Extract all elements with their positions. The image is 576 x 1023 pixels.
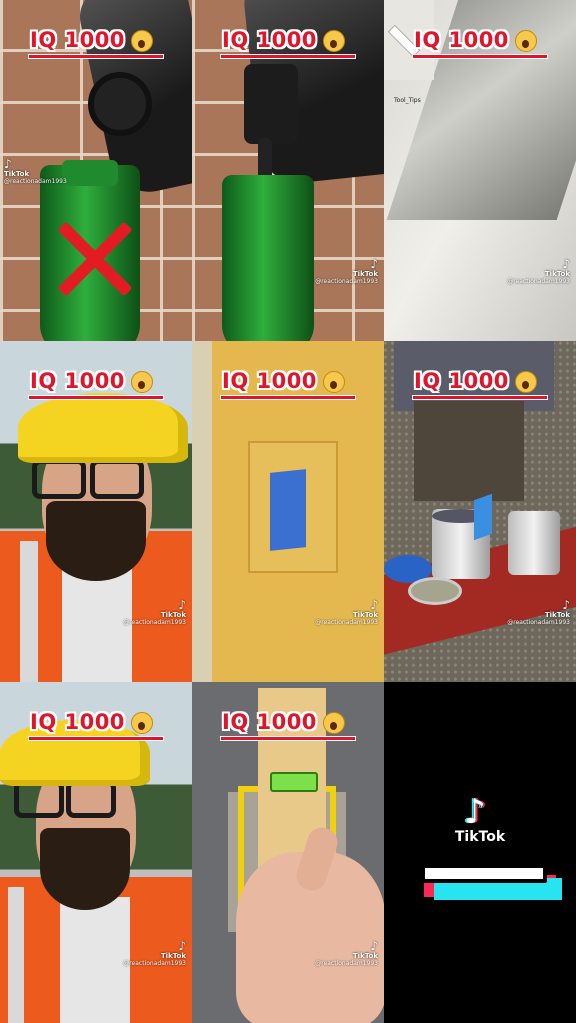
green-bottle: [222, 175, 314, 341]
scream-emoji-icon: [514, 30, 537, 52]
panel-level-in-wall: IQ 1000 ♪ TikTok @reactionadam1993: [192, 682, 384, 1023]
tiktok-watermark: ♪ TikTok @reactionadam1993: [123, 598, 186, 626]
panel-hardhat-man: IQ 1000 ♪ TikTok @reactionadam1993: [0, 341, 192, 682]
tiktok-logo-icon: ♪: [178, 939, 186, 953]
tiktok-watermark: ♪ TikTok @reactionadam1993: [507, 257, 570, 285]
glasses: [32, 459, 86, 499]
scream-emoji-icon: [322, 30, 345, 52]
jug-spout: [88, 72, 152, 136]
tiktok-logo-icon: ♪: [562, 257, 570, 271]
hardhat: [18, 393, 188, 463]
blue-patch: [270, 469, 306, 551]
tiktok-logo-icon: ♪: [562, 598, 570, 612]
x-mark-icon: [55, 220, 133, 298]
tiktok-bar-graphic: [421, 864, 547, 883]
tiktok-watermark: ♪ TikTok @reactionadam1993: [315, 598, 378, 626]
blue-tape: [474, 493, 492, 541]
scream-emoji-icon: [130, 30, 153, 52]
panel-tiktok-endcard: ♪ TikTok: [384, 682, 576, 1023]
panel-wall-corner: Tool_Tips IQ 1000 ♪ TikTok @reactionadam…: [384, 0, 576, 341]
beard: [40, 828, 130, 910]
panel-oil-pouring: IQ 1000 ♪ TikTok @reactionadam1993: [192, 0, 384, 341]
tiktok-watermark: ♪ TikTok @reactionadam1993: [315, 939, 378, 967]
scream-emoji-icon: [514, 371, 537, 393]
panel-yellow-wall: IQ 1000 ♪ TikTok @reactionadam1993: [192, 341, 384, 682]
paint-can: [508, 511, 560, 575]
panel-paint-cans: IQ 1000 ♪ TikTok @reactionadam1993: [384, 341, 576, 682]
tiktok-brand-name: TikTok: [454, 829, 506, 845]
tiktok-logo-icon: ♪: [370, 257, 378, 271]
tiktok-watermark: ♪ TikTok @reactionadam1993: [507, 598, 570, 626]
scream-emoji-icon: [130, 712, 153, 734]
tiktok-logo-icon: ♪: [4, 157, 12, 171]
shorts: [414, 401, 524, 501]
panel-hardhat-man-2: IQ 1000 ♪ TikTok @reactionadam1993: [0, 682, 192, 1023]
tiktok-watermark: ♪ TikTok @reactionadam1993: [315, 257, 378, 285]
tiktok-logo-icon: ♪: [178, 598, 186, 612]
scream-emoji-icon: [322, 712, 345, 734]
tiktok-logo-icon: ♪: [464, 792, 486, 832]
tool-tips-label: Tool_Tips: [394, 97, 421, 104]
video-grid: IQ 1000 ♪ TikTok @reactionadam1993 IQ 10…: [0, 0, 576, 1023]
panel-oil-jug-x: IQ 1000 ♪ TikTok @reactionadam1993: [0, 0, 192, 341]
tiktok-watermark: ♪ TikTok @reactionadam1993: [123, 939, 186, 967]
tiktok-logo-icon: ♪: [370, 939, 378, 953]
beard: [46, 501, 146, 581]
bubble-level: [270, 772, 318, 792]
tiktok-watermark: ♪ TikTok @reactionadam1993: [4, 157, 67, 185]
tiktok-logo-icon: ♪: [370, 598, 378, 612]
paint-lid: [408, 577, 462, 605]
scream-emoji-icon: [322, 371, 345, 393]
caption-text: IQ 1000: [30, 28, 125, 52]
scream-emoji-icon: [130, 371, 153, 393]
